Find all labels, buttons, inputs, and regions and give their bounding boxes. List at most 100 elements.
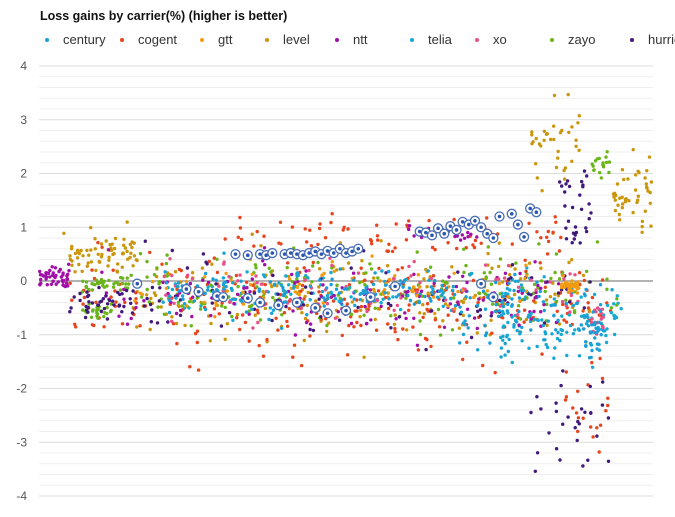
point-zayo bbox=[84, 285, 89, 290]
highlighted-point-century[interactable] bbox=[497, 214, 502, 219]
point-gtt bbox=[418, 285, 422, 289]
point-telia bbox=[353, 303, 357, 308]
highlighted-point-century[interactable] bbox=[436, 226, 440, 231]
point-level bbox=[645, 185, 649, 189]
highlighted-point-century[interactable] bbox=[528, 206, 532, 211]
point-level bbox=[512, 292, 517, 297]
highlighted-point-century[interactable] bbox=[393, 284, 397, 289]
point-gtt bbox=[576, 280, 580, 284]
highlighted-point-century[interactable] bbox=[454, 228, 459, 232]
point-century bbox=[556, 330, 560, 335]
point-telia bbox=[605, 303, 610, 308]
point-century bbox=[575, 301, 580, 305]
point-century bbox=[451, 284, 455, 289]
highlighted-point-century[interactable] bbox=[522, 235, 526, 239]
point-century bbox=[581, 327, 586, 331]
highlighted-point-century[interactable] bbox=[479, 281, 483, 286]
highlighted-point-century[interactable] bbox=[356, 246, 361, 251]
point-level bbox=[210, 262, 214, 266]
highlighted-point-century[interactable] bbox=[516, 222, 520, 227]
point-century bbox=[181, 297, 185, 301]
point-century bbox=[345, 287, 349, 291]
highlighted-point-century[interactable] bbox=[258, 300, 262, 305]
point-level bbox=[306, 290, 310, 295]
point-century bbox=[550, 303, 555, 307]
point-xo bbox=[399, 296, 403, 300]
point-century bbox=[292, 286, 296, 290]
highlighted-point-century[interactable] bbox=[135, 281, 140, 286]
point-ntt bbox=[407, 227, 411, 232]
point-century bbox=[417, 300, 422, 305]
point-cogent bbox=[429, 344, 433, 349]
point-xo bbox=[228, 300, 232, 304]
point-level bbox=[535, 176, 539, 180]
data-points bbox=[38, 92, 654, 473]
point-zayo bbox=[145, 287, 149, 292]
highlighted-point-century[interactable] bbox=[184, 287, 189, 291]
point-cogent bbox=[455, 318, 459, 322]
highlighted-point-century[interactable] bbox=[479, 225, 483, 230]
point-level bbox=[553, 292, 557, 296]
point-gtt bbox=[570, 284, 574, 289]
point-level bbox=[497, 264, 501, 269]
y-tick-label: -2 bbox=[16, 382, 27, 396]
highlighted-point-century[interactable] bbox=[338, 246, 342, 251]
point-cogent bbox=[96, 240, 100, 245]
point-ntt bbox=[100, 270, 104, 274]
point-cogent bbox=[411, 325, 415, 329]
highlighted-point-century[interactable] bbox=[442, 231, 447, 236]
highlighted-point-century[interactable] bbox=[430, 233, 434, 238]
point-century bbox=[512, 288, 516, 293]
point-ntt bbox=[460, 233, 464, 237]
highlighted-point-century[interactable] bbox=[319, 252, 324, 256]
point-xo bbox=[534, 288, 538, 292]
highlighted-point-century[interactable] bbox=[295, 300, 299, 305]
highlighted-point-century[interactable] bbox=[325, 311, 330, 316]
point-telia bbox=[499, 355, 503, 359]
point-cogent bbox=[241, 313, 245, 317]
highlighted-point-century[interactable] bbox=[270, 251, 275, 255]
point-level bbox=[618, 196, 622, 200]
highlighted-point-century[interactable] bbox=[245, 296, 250, 301]
highlighted-point-century[interactable] bbox=[344, 308, 348, 313]
highlighted-point-century[interactable] bbox=[221, 295, 225, 299]
point-telia bbox=[358, 297, 363, 302]
highlighted-point-century[interactable] bbox=[509, 212, 514, 216]
point-cogent bbox=[393, 330, 397, 334]
point-level bbox=[70, 259, 74, 263]
point-telia bbox=[544, 342, 548, 347]
point-cogent bbox=[433, 318, 437, 322]
highlighted-point-century[interactable] bbox=[313, 306, 318, 310]
point-ntt bbox=[412, 272, 416, 276]
point-level bbox=[560, 128, 564, 133]
highlighted-point-century[interactable] bbox=[196, 289, 201, 294]
highlighted-point-century[interactable] bbox=[368, 295, 373, 299]
point-cogent bbox=[600, 376, 605, 381]
point-zayo bbox=[120, 281, 125, 286]
highlighted-point-century[interactable] bbox=[491, 295, 496, 299]
point-century bbox=[230, 288, 234, 292]
point-telia bbox=[565, 353, 569, 358]
point-hurricane bbox=[589, 211, 593, 215]
highlighted-point-century[interactable] bbox=[491, 236, 496, 240]
point-cogent bbox=[175, 341, 179, 346]
point-xo bbox=[307, 268, 311, 273]
highlighted-point-century[interactable] bbox=[245, 253, 250, 257]
highlighted-point-century[interactable] bbox=[473, 219, 477, 223]
point-xo bbox=[170, 319, 174, 323]
point-zayo bbox=[152, 273, 157, 277]
point-level bbox=[263, 306, 268, 311]
point-level bbox=[209, 321, 213, 326]
highlighted-point-century[interactable] bbox=[233, 252, 238, 256]
highlighted-point-century[interactable] bbox=[534, 210, 539, 214]
point-cogent bbox=[479, 241, 483, 245]
point-hurricane bbox=[600, 403, 605, 407]
highlighted-point-century[interactable] bbox=[467, 222, 471, 227]
point-level bbox=[421, 303, 425, 307]
highlighted-point-century[interactable] bbox=[448, 224, 453, 228]
highlighted-point-century[interactable] bbox=[276, 303, 281, 307]
point-zayo bbox=[605, 150, 609, 154]
point-level bbox=[574, 138, 578, 142]
highlighted-point-century[interactable] bbox=[331, 251, 336, 255]
highlighted-point-century[interactable] bbox=[485, 231, 490, 236]
